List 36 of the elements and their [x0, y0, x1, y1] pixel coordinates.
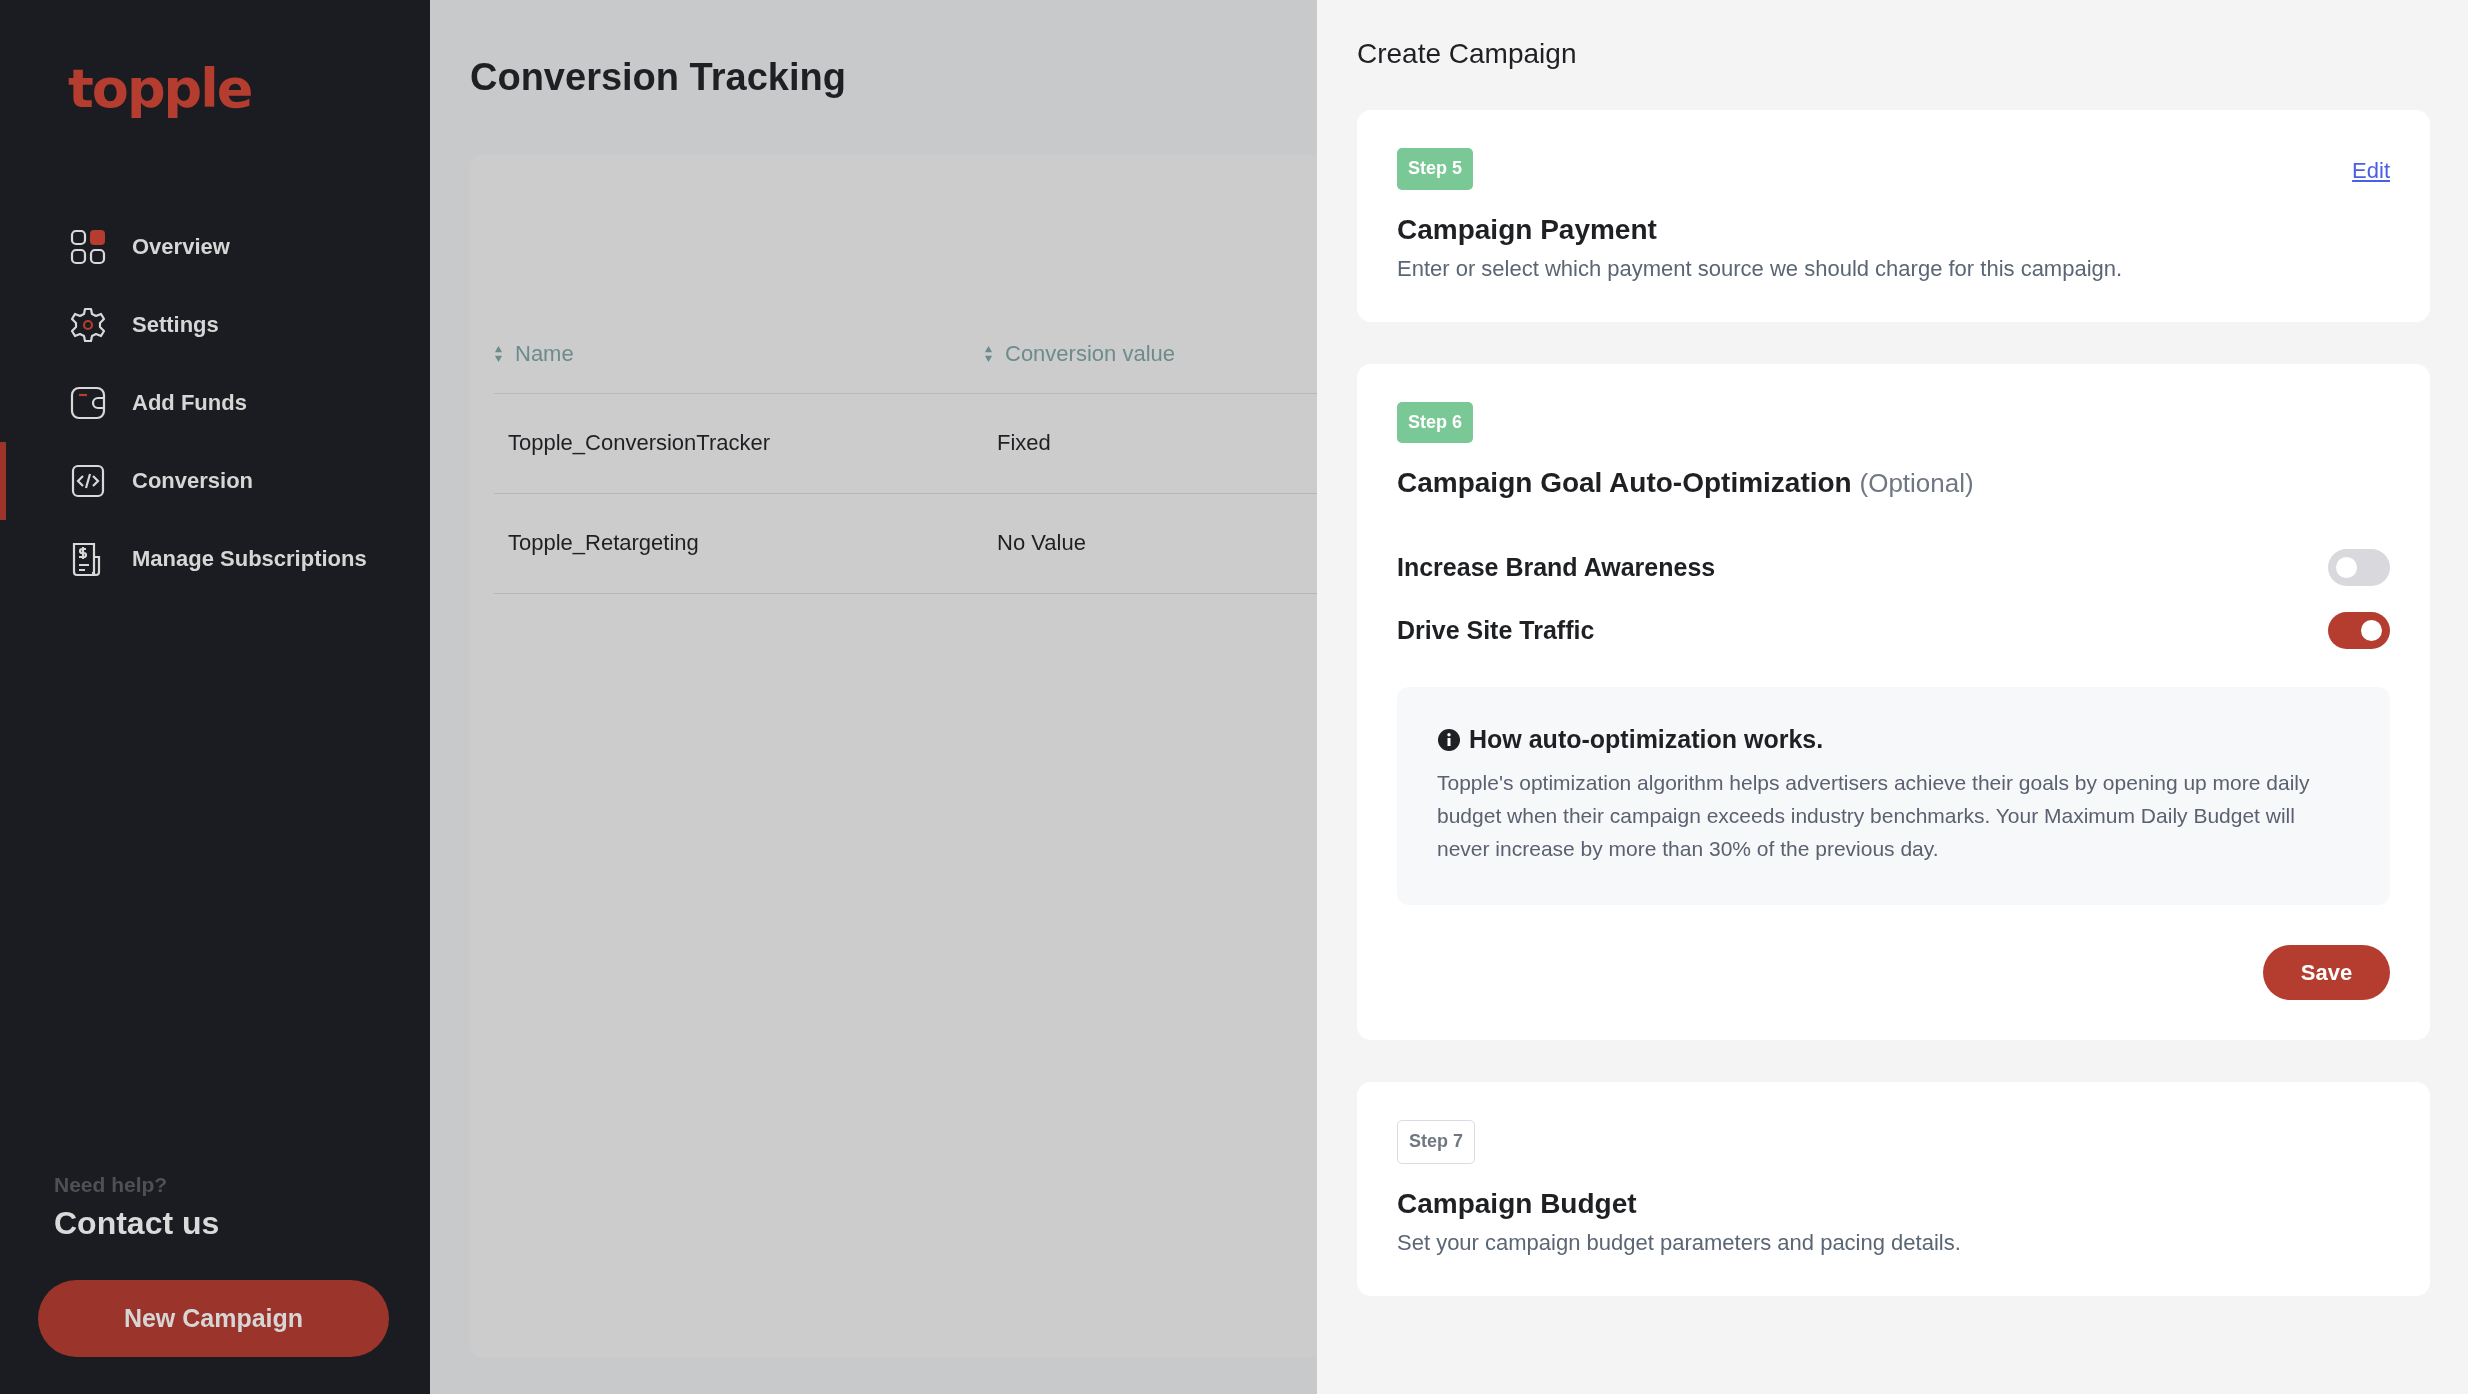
- step-badge: Step 7: [1397, 1120, 1476, 1164]
- page-title: Conversion Tracking: [470, 55, 847, 100]
- goal-label: Drive Site Traffic: [1397, 616, 1595, 646]
- contact-link[interactable]: Contact us: [54, 1205, 220, 1242]
- info-title: How auto-optimization works.: [1469, 725, 1824, 755]
- grid-icon: [70, 229, 106, 265]
- settings-icon: [70, 307, 106, 343]
- save-button[interactable]: Save: [2263, 945, 2390, 1001]
- toggle-switch[interactable]: [2328, 612, 2390, 650]
- sort-icon[interactable]: [984, 344, 993, 363]
- nav-item[interactable]: Manage Subscriptions: [0, 524, 430, 594]
- step-description: Set your campaign budget parameters and pacing details.: [1397, 1229, 1962, 1256]
- table-cell: Fixed: [997, 430, 1051, 456]
- new-campaign-button[interactable]: New Campaign: [38, 1280, 389, 1357]
- goal-label: Increase Brand Awareness: [1397, 553, 1716, 583]
- wallet-icon: [70, 385, 106, 421]
- sort-icon[interactable]: [494, 344, 503, 363]
- nav-item[interactable]: Settings: [0, 290, 430, 360]
- table-cell: Topple_ConversionTracker: [508, 430, 771, 456]
- nav-item[interactable]: Conversion: [0, 446, 430, 516]
- nav-item[interactable]: Add Funds: [0, 368, 430, 438]
- drawer-title: Create Campaign: [1357, 38, 1578, 70]
- step-description: Enter or select which payment source we should charge for this campaign.: [1397, 255, 2124, 282]
- table-cell: No Value: [997, 530, 1086, 556]
- info-text: Topple's optimization algorithm helps advertisers achieve their goals by opening up more daily budget when their campaign exceeds industry benchmarks. Your Maximum Daily Budget will never increase by more than 30% of the previous day.: [1437, 770, 2311, 863]
- edit-link[interactable]: Edit: [2352, 158, 2390, 184]
- step-title: Campaign Goal Auto-Optimization (Optional): [1397, 467, 1975, 500]
- table-cell: Topple_Retargeting: [508, 530, 699, 556]
- step-title: Campaign Budget: [1397, 1187, 1638, 1220]
- step-title: Campaign Payment: [1397, 213, 1658, 246]
- step-badge: Step 6: [1397, 401, 1474, 444]
- toggle-switch[interactable]: [2328, 549, 2390, 587]
- nav-item[interactable]: Overview: [0, 212, 430, 282]
- step-badge: Step 5: [1397, 148, 1474, 190]
- info-icon: [1437, 727, 1461, 752]
- code-icon: [70, 463, 106, 499]
